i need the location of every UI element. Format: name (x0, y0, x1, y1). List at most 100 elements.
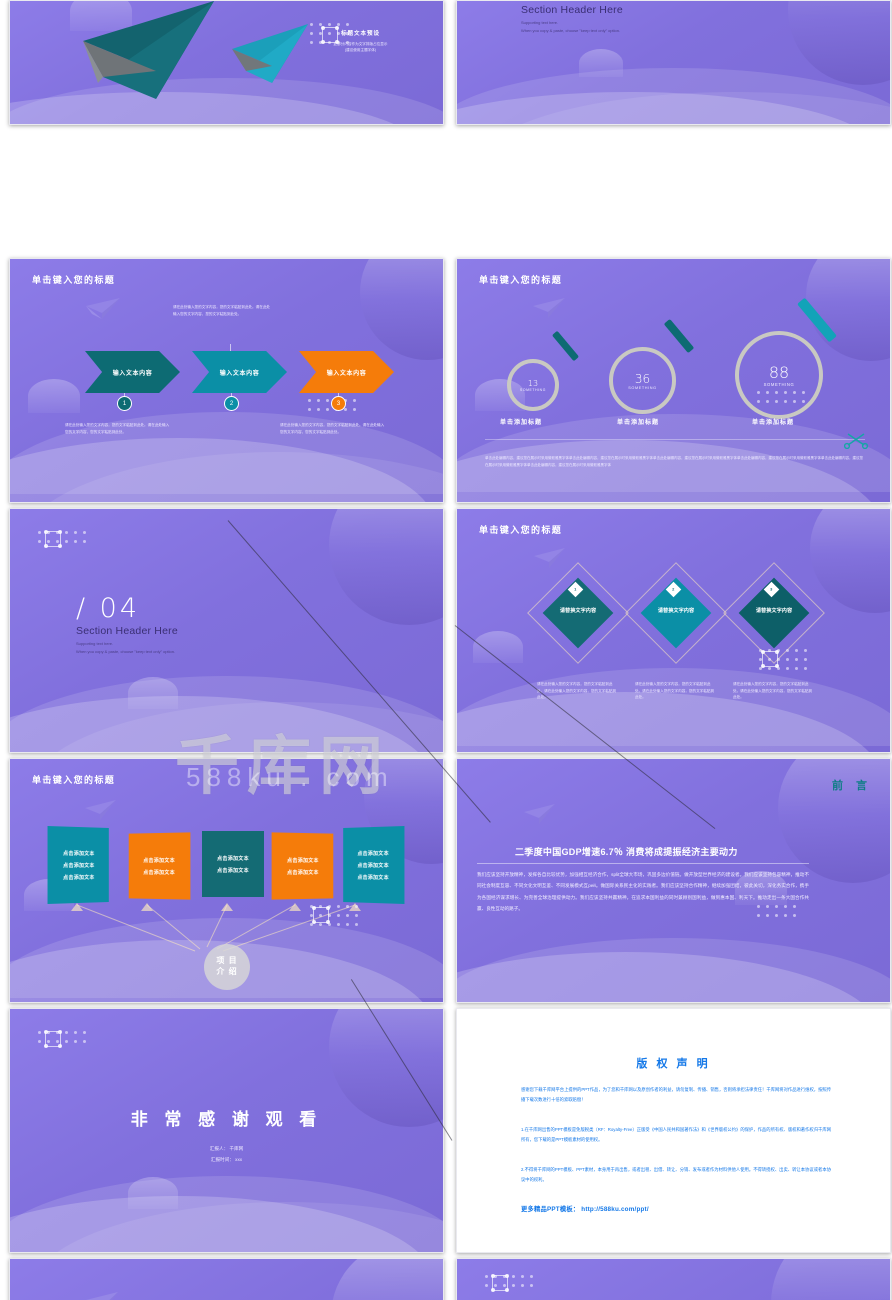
diamond-label-3: 请替换文字内容 (755, 608, 793, 614)
hub-circle[interactable]: 项 目 介 绍 (204, 944, 250, 990)
text-box-line: 点击添加文本 (143, 857, 175, 864)
thanks-date: 汇报时间： xxx (210, 1156, 243, 1162)
diamond-label-1: 请替换文字内容 (559, 608, 597, 614)
presentation-thumbnail-sheet: 标题文本预设 此部分内容作为文字排版占位显示 (建议使用主题字体) Sectio… (0, 0, 892, 1300)
text-box-line: 点击添加文本 (357, 850, 389, 857)
cover-line-2: (建议使用主题字体) (344, 48, 377, 53)
preface-divider (477, 863, 809, 864)
decor-mound (473, 631, 523, 663)
paper-plane-decor-icon (524, 804, 555, 824)
paper-plane-decor-icon (86, 1292, 118, 1300)
text-box-line: 点击添加文本 (63, 874, 95, 881)
slide-grid: 标题文本预设 此部分内容作为文字排版占位显示 (建议使用主题字体) Sectio… (0, 0, 892, 1300)
diamond-badge-number: 1 (574, 586, 577, 592)
magnifier-unit-3: SOMETHING (763, 382, 795, 387)
magnifier-body-copy: 单击此处编辑内容，建议您在展示时采用微软雅黑字体单击此处编辑内容，建议您在展示时… (485, 456, 863, 467)
decor-circle (771, 1259, 890, 1300)
slide-diamond-list[interactable]: 单击键入您的标题 1 请替换文字内容 请在此处输入您的文字内容，您的文字粘贴到此… (456, 508, 891, 753)
section-supporting-1: Supporting text here. (521, 20, 559, 25)
diamond-caption-3: 请在此处输入您的文字内容，您的文字粘贴到此处。请在此处输入您的文字内容，您的文字… (733, 682, 813, 700)
thanks-presenter: 汇报人： 千库网 (209, 1146, 244, 1151)
diamond-label-2: 请替换文字内容 (657, 608, 695, 614)
decor-dot-grid (757, 391, 805, 403)
text-box-4[interactable]: 点击添加文本 点击添加文本 (271, 832, 334, 900)
magnifier-unit-1: SOMETHING (520, 387, 546, 392)
section-supporting-2: When you copy & paste, choose "keep text… (76, 649, 176, 654)
slide-section-01[interactable]: / 01 Section Header Here Supporting text… (456, 1258, 891, 1300)
magnifier-label-1: 单击添加标题 (500, 420, 543, 426)
decor-square-mark (44, 530, 62, 548)
paper-plane-decor-icon (533, 298, 565, 318)
section-supporting-1: Supporting text here. (76, 641, 114, 646)
hub-line-2: 介 绍 (216, 967, 238, 976)
diamond-caption-1: 请在此处输入您的文字内容，您的文字粘贴到此处。请在此处输入您的文字内容，您的文字… (537, 682, 617, 700)
preface-headline: 二季度中国GDP增速6.7％ 消费将成提振经济主要动力 (515, 847, 738, 857)
thanks-title: 非 常 感 谢 观 看 (130, 1110, 323, 1129)
magnifier-unit-2: SOMETHING (628, 385, 657, 390)
chevron-caption-1: 请在此处输入您的文字内容，您的文字粘贴到此处。请在此处输入您的文字内容，您的文字… (65, 423, 170, 434)
chevron-number-3: 3 (331, 396, 346, 411)
diamond-badge-number: 3 (770, 586, 773, 592)
diamond-caption-2: 请在此处输入您的文字内容，您的文字粘贴到此处。请在此处输入您的文字内容，您的文字… (635, 682, 715, 700)
decor-square-mark (491, 1274, 509, 1292)
magnifier-ring-1[interactable]: 13 SOMETHING (507, 359, 559, 411)
chevron-number-2: 2 (224, 396, 239, 411)
section-header-title: Section Header Here (521, 4, 623, 16)
hub-line-1: 项 目 (216, 956, 238, 966)
decor-square-mark (761, 650, 779, 668)
copyright-title: 版 权 声 明 (636, 1058, 711, 1070)
text-box-line: 点击添加文本 (217, 855, 249, 862)
slide-magnifier-stats[interactable]: 单击键入您的标题 13 SOMETHING 单击添加标题 36 SOMETHIN… (456, 258, 891, 503)
divider (485, 439, 865, 440)
text-box-line: 点击添加文本 (63, 862, 95, 869)
magnifier-label-3: 单击添加标题 (752, 420, 795, 426)
text-box-line: 点击添加文本 (357, 862, 389, 869)
slide-chevron-process[interactable]: 单击键入您的标题 请在此处输入您的文字内容，您的文字粘贴到此处。请在此处输入您的… (9, 258, 444, 503)
text-box-line: 点击添加文本 (287, 869, 319, 876)
chevron-label: 输入文本内容 (112, 370, 153, 377)
decor-square-mark (312, 906, 330, 924)
paper-plane-decor-icon (85, 800, 116, 820)
text-box-5[interactable]: 点击添加文本 点击添加文本 点击添加文本 (343, 825, 405, 905)
magnifier-ring-2[interactable]: 36 SOMETHING (609, 347, 676, 414)
chevron-label: 输入文本内容 (326, 370, 367, 377)
text-box-2[interactable]: 点击添加文本 点击添加文本 (128, 832, 191, 900)
slide-title: 单击键入您的标题 (479, 275, 563, 285)
decor-mound (28, 379, 80, 413)
paper-plane-large-icon (83, 1, 214, 99)
slide-project-intro-boxes[interactable]: 单击键入您的标题 点击添加文本 点击添加文本 点击添加文本 点击添加文本 点击添… (9, 758, 444, 1003)
copyright-link[interactable]: 更多精品PPT模板： http://588ku.com/ppt/ (521, 1204, 649, 1213)
cover-title: 标题文本预设 (340, 31, 380, 37)
text-box-1[interactable]: 点击添加文本 点击添加文本 点击添加文本 (47, 825, 109, 905)
magnifier-value-1: 13 (527, 378, 539, 388)
paper-plane-decor-icon (86, 298, 120, 319)
slide-table-of-contents[interactable]: 目 录 CONTENTS 01 本年度概述 02 问题分析及处理 03 取得业绩… (9, 1258, 444, 1300)
chevron-caption-3: 请在此处输入您的文字内容，您的文字粘贴到此处。请在此处输入您的文字内容，您的文字… (280, 423, 385, 434)
slide-section-header-top[interactable]: Section Header Here Supporting text here… (456, 0, 891, 125)
slide-thank-you[interactable]: 非 常 感 谢 观 看 汇报人： 千库网 汇报时间： xxx (9, 1008, 444, 1253)
copyright-paragraph-3: 2.不得将千库网的PPT模板、PPT素材，本身用于再出售，或者出租、出借、转让、… (521, 1167, 831, 1182)
magnifier-ring-3[interactable]: 88 SOMETHING (735, 331, 823, 419)
text-box-line: 点击添加文本 (63, 850, 95, 857)
chevron-number-1: 1 (117, 396, 132, 411)
section-supporting-2: When you copy & paste, choose "keep text… (521, 28, 621, 33)
decor-dot-grid (757, 905, 796, 917)
preface-title: 前 言 (831, 780, 872, 792)
text-box-line: 点击添加文本 (217, 867, 249, 874)
text-box-line: 点击添加文本 (357, 874, 389, 881)
slide-cover[interactable]: 标题文本预设 此部分内容作为文字排版占位显示 (建议使用主题字体) (9, 0, 444, 125)
magnifier-label-2: 单击添加标题 (617, 420, 660, 426)
slide-preface[interactable]: 前 言 二季度中国GDP增速6.7％ 消费将成提振经济主要动力 我们应该坚持开放… (456, 758, 891, 1003)
slide-title: 单击键入您的标题 (32, 275, 116, 285)
magnifier-value-2: 36 (634, 371, 651, 386)
magnifier-value-3: 88 (768, 363, 790, 382)
section-header-title: Section Header Here (76, 625, 178, 637)
copyright-paragraph-1: 感谢您下载千库网平台上提供的PPT作品，为了您和千库网以及原创作者的利益，请勿复… (521, 1087, 831, 1102)
copyright-paragraph-2: 1.在千库网出售的PPT模板是免版税类（RF：Royalty-Free）正版受《… (521, 1127, 831, 1142)
slide-copyright[interactable]: 版 权 声 明 感谢您下载千库网平台上提供的PPT作品，为了您和千库网以及原创作… (456, 1008, 891, 1253)
section-number: / 04 (76, 593, 141, 624)
slide-section-04[interactable]: / 04 Section Header Here Supporting text… (9, 508, 444, 753)
text-box-3[interactable]: 点击添加文本 点击添加文本 (202, 831, 264, 897)
slide-title: 单击键入您的标题 (479, 525, 563, 535)
scissors-icon (844, 433, 869, 449)
